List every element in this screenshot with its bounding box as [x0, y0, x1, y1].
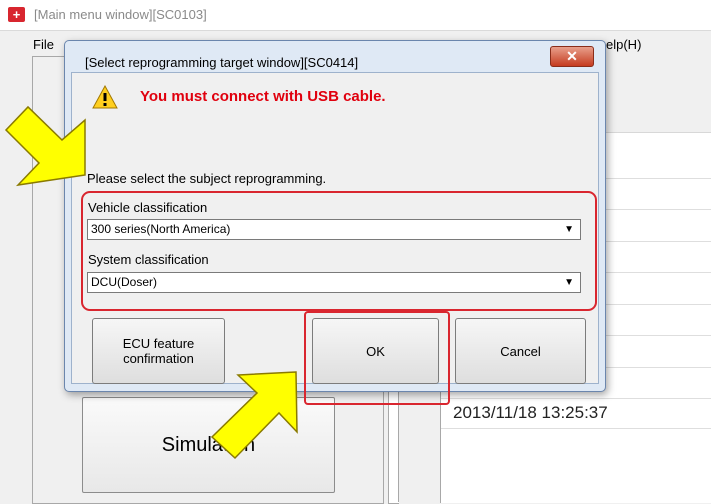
system-select[interactable]: DCU(Doser) ▼ [87, 272, 581, 293]
vehicle-label: Vehicle classification [88, 200, 208, 215]
main-window-title: [Main menu window][SC0103] [34, 7, 207, 22]
dialog-body: You must connect with USB cable. Please … [71, 72, 599, 405]
list-item[interactable]: 2013/11/18 13:25:37 [441, 398, 711, 429]
ecu-feature-confirmation-button[interactable]: ECU feature confirmation [92, 318, 225, 384]
select-reprogramming-dialog: [Select reprogramming target window][SC0… [64, 40, 606, 405]
app-logo-icon: + [8, 7, 25, 22]
prompt-text: Please select the subject reprogramming. [87, 171, 327, 186]
close-icon[interactable]: ✕ [550, 46, 594, 67]
menu-help[interactable]: elp(H) [606, 37, 641, 52]
simulation-button[interactable]: Simulation [82, 397, 335, 493]
cancel-button[interactable]: Cancel [455, 318, 586, 384]
ok-button[interactable]: OK [312, 318, 439, 384]
vehicle-select-value: 300 series(North America) [91, 222, 231, 236]
system-label: System classification [88, 252, 209, 267]
main-window-titlebar: + [Main menu window][SC0103] [0, 0, 711, 31]
system-select-value: DCU(Doser) [91, 275, 157, 289]
dropdown-arrow-icon: ▼ [564, 277, 574, 288]
dropdown-arrow-icon: ▼ [564, 224, 574, 235]
usb-warning-text: You must connect with USB cable. [140, 88, 386, 105]
menu-file[interactable]: File [33, 37, 54, 52]
warning-icon [92, 85, 118, 109]
vehicle-select[interactable]: 300 series(North America) ▼ [87, 219, 581, 240]
dialog-title: [Select reprogramming target window][SC0… [85, 55, 359, 70]
